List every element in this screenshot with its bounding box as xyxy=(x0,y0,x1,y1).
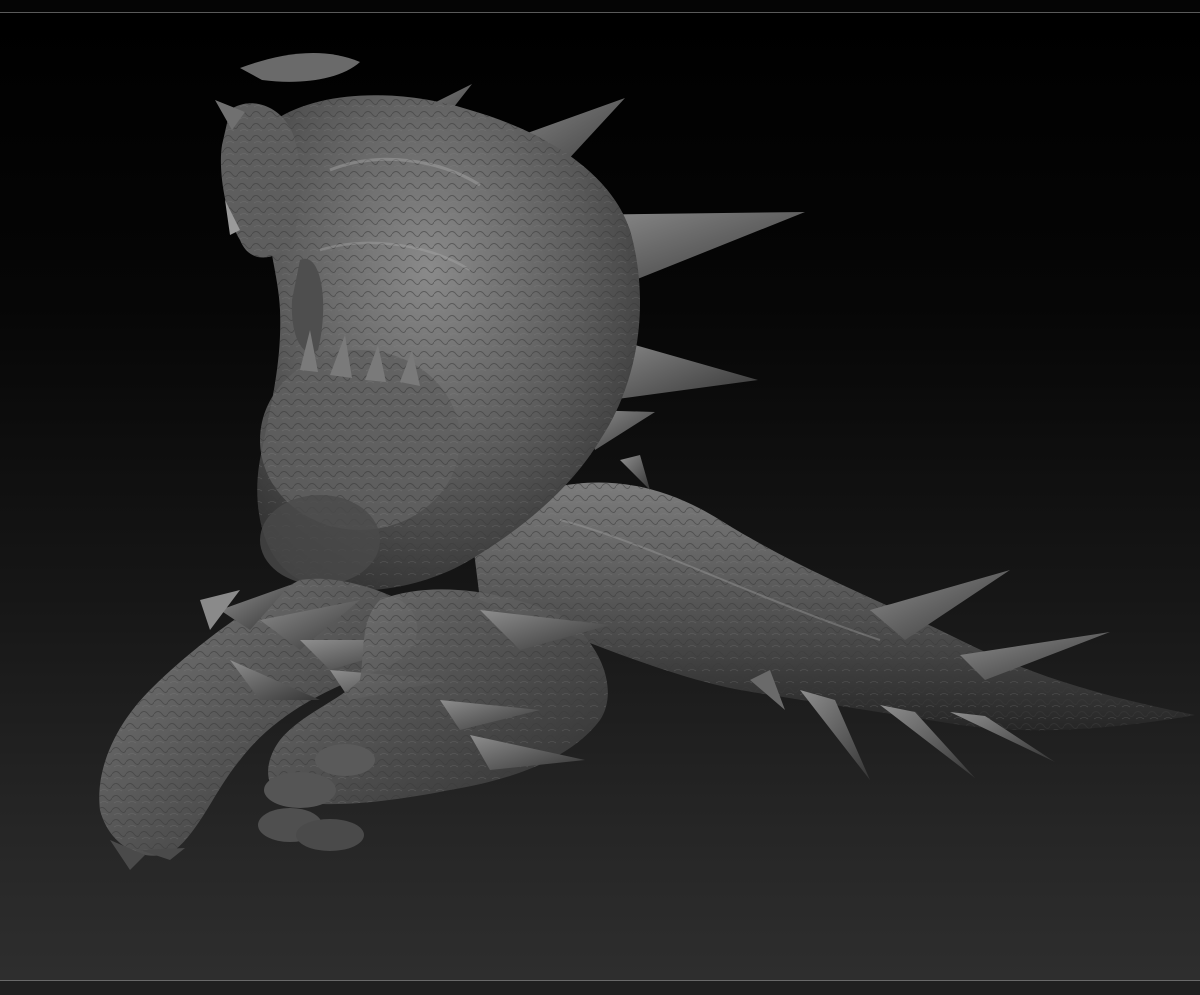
top-toolbar-strip xyxy=(0,0,1200,12)
bottom-status-strip xyxy=(0,981,1200,995)
sculpt-app-window xyxy=(0,0,1200,995)
3d-viewport-canvas[interactable] xyxy=(0,13,1200,980)
creature-sculpt-model[interactable] xyxy=(0,13,1200,980)
